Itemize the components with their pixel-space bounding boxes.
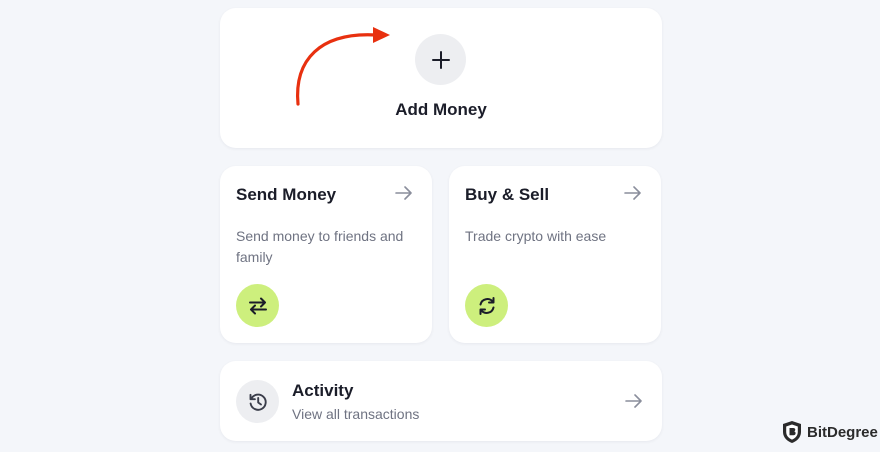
activity-icon-badge <box>236 380 279 423</box>
buy-sell-card[interactable]: Buy & Sell Trade crypto with ease <box>449 166 661 343</box>
add-money-label: Add Money <box>395 100 487 119</box>
activity-title: Activity <box>292 381 354 400</box>
send-money-title: Send Money <box>236 185 337 204</box>
arrow-right-icon <box>395 186 412 200</box>
send-money-description: Send money to friends and family <box>236 228 404 265</box>
send-money-card[interactable]: Send Money Send money to friends and fam… <box>220 166 432 343</box>
plus-icon <box>431 50 450 69</box>
buy-sell-icon-badge <box>465 284 508 327</box>
bitdegree-shield-logo-icon <box>783 421 801 443</box>
add-money-card: Add Money <box>220 8 662 148</box>
watermark-text: BitDegree <box>807 423 878 441</box>
add-money-button[interactable] <box>415 34 466 85</box>
swap-arrows-icon <box>248 297 267 314</box>
activity-subtitle: View all transactions <box>292 406 420 422</box>
send-money-icon-badge <box>236 284 279 327</box>
buy-sell-title: Buy & Sell <box>465 185 550 204</box>
arrow-right-icon <box>625 394 642 408</box>
activity-card[interactable]: Activity View all transactions <box>220 361 662 441</box>
history-icon <box>249 393 267 411</box>
buy-sell-description: Trade crypto with ease <box>465 228 607 244</box>
arrow-right-icon <box>624 186 641 200</box>
bitdegree-watermark: BitDegree <box>782 420 878 444</box>
refresh-icon <box>479 296 494 315</box>
